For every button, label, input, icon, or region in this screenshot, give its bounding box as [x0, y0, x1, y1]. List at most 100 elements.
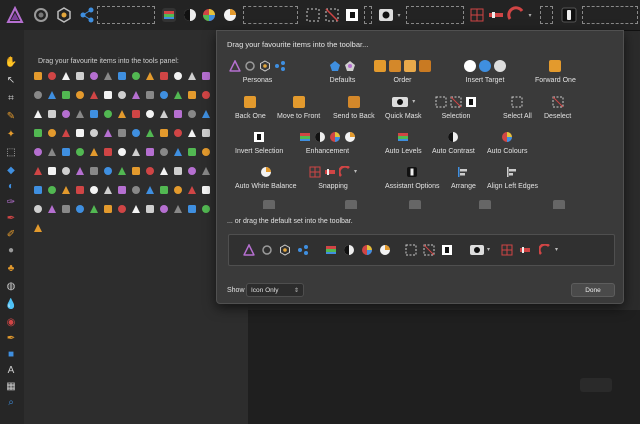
option-quick-mask[interactable]: ▾ Quick Mask [385, 95, 422, 120]
clone-tool-icon[interactable] [74, 165, 86, 177]
blur-tool-icon[interactable] [116, 165, 128, 177]
toolbar-drop-slot[interactable] [243, 6, 298, 24]
select-tool-icon[interactable] [88, 127, 100, 139]
erase-tool-icon[interactable] [116, 203, 128, 215]
clone-tool-icon[interactable] [116, 184, 128, 196]
dodge-tool-icon[interactable] [60, 70, 72, 82]
dodge-tool-icon[interactable] [32, 108, 44, 120]
select-tool-icon[interactable] [74, 70, 86, 82]
brush-tool-icon[interactable] [32, 222, 44, 234]
fill-tool-icon[interactable] [186, 203, 198, 215]
view-tool-icon[interactable]: ✋ [3, 56, 19, 68]
blur-tool-icon[interactable] [200, 203, 212, 215]
toolbar-drop-slot[interactable] [406, 6, 464, 24]
move-tool-icon[interactable]: ↖ [3, 74, 19, 86]
shape-tool-icon[interactable] [74, 108, 86, 120]
brush-tool-icon[interactable] [130, 165, 142, 177]
clone-tool-icon[interactable] [88, 70, 100, 82]
select-tool-icon[interactable] [200, 127, 212, 139]
selection-brush-icon[interactable]: ✎ [3, 110, 19, 122]
shape-tool-icon[interactable] [158, 146, 170, 158]
blur-tool-icon[interactable]: ◍ [3, 280, 19, 292]
option-move-to-front[interactable]: Move to Front [277, 95, 320, 120]
erase-tool-icon[interactable] [186, 184, 198, 196]
snapping-magnet-icon[interactable] [507, 5, 525, 25]
clone-tool-icon[interactable] [172, 108, 184, 120]
select-tool-icon[interactable] [116, 89, 128, 101]
brush-tool-icon[interactable] [172, 184, 184, 196]
brush-tool-icon[interactable] [144, 70, 156, 82]
option-snapping[interactable]: ▾ Snapping [309, 165, 357, 190]
shape-tool-icon[interactable] [144, 89, 156, 101]
erase-tool-icon[interactable] [60, 127, 72, 139]
dodge-tool-icon[interactable] [172, 70, 184, 82]
select-tool-icon[interactable] [158, 108, 170, 120]
toolbar-drop-slot[interactable] [97, 6, 155, 24]
fill-tool-icon[interactable] [74, 203, 86, 215]
option-invert-selection[interactable]: Invert Selection [235, 130, 283, 155]
option-back-one[interactable]: Back One [235, 95, 266, 120]
blur-tool-icon[interactable] [60, 89, 72, 101]
fill-tool-icon[interactable] [88, 108, 100, 120]
option-personas[interactable]: Personas [229, 59, 286, 84]
erase-tool-icon[interactable] [130, 108, 142, 120]
blur-tool-icon[interactable] [32, 127, 44, 139]
option-order[interactable]: Order [374, 59, 431, 84]
shape-tool-icon[interactable] [88, 165, 100, 177]
shape-tool-icon[interactable] [130, 184, 142, 196]
auto-levels-icon[interactable] [160, 5, 178, 25]
dodge-tool-icon[interactable] [130, 203, 142, 215]
shape-tool-icon[interactable] [102, 70, 114, 82]
option-assistant-options[interactable]: Assistant Options [385, 165, 439, 190]
dodge-tool-icon[interactable] [200, 184, 212, 196]
blur-tool-icon[interactable] [46, 184, 58, 196]
clone-tool-icon[interactable] [102, 127, 114, 139]
fill-tool-icon[interactable] [172, 146, 184, 158]
brush-tool-icon[interactable] [74, 89, 86, 101]
erase-tool-icon[interactable] [102, 146, 114, 158]
select-tool-icon[interactable] [46, 108, 58, 120]
dodge-tool-icon[interactable] [116, 146, 128, 158]
zoom-tool-icon[interactable]: ⌕ [3, 396, 19, 408]
fill-tool-icon[interactable] [102, 165, 114, 177]
toolbar-drop-slot[interactable] [540, 6, 553, 24]
dodge-tool-icon[interactable] [158, 165, 170, 177]
done-button[interactable]: Done [571, 283, 615, 297]
option-partial[interactable] [345, 199, 357, 209]
clone-tool-icon[interactable] [60, 108, 72, 120]
option-auto-white-balance[interactable]: Auto White Balance [235, 165, 296, 190]
clone-tool-icon[interactable] [32, 146, 44, 158]
brush-tool-icon[interactable] [200, 146, 212, 158]
dodge-tool-icon[interactable] [144, 108, 156, 120]
fill-tool-icon[interactable] [46, 89, 58, 101]
option-partial[interactable] [479, 199, 491, 209]
option-partial[interactable] [263, 199, 275, 209]
quick-mask-icon[interactable] [377, 5, 395, 25]
marquee-tool-icon[interactable]: ⬚ [3, 146, 19, 158]
erase-tool-icon[interactable] [74, 184, 86, 196]
pen-tool-icon[interactable]: ✒ [3, 332, 19, 344]
select-tool-icon[interactable] [186, 70, 198, 82]
erase-tool-icon[interactable] [158, 70, 170, 82]
erase-brush-icon[interactable]: ✐ [3, 228, 19, 240]
chevron-down-icon[interactable]: ▾ [526, 5, 534, 25]
fill-tool-icon[interactable] [32, 184, 44, 196]
option-defaults[interactable]: Defaults [329, 59, 356, 84]
brush-tool-icon[interactable] [102, 203, 114, 215]
brush-tool-icon[interactable] [60, 184, 72, 196]
mesh-warp-icon[interactable]: ▦ [3, 380, 19, 392]
shape-tool-icon[interactable] [186, 108, 198, 120]
shape-tool-icon[interactable]: ■ [3, 348, 19, 360]
option-auto-colours[interactable]: Auto Colours [487, 130, 527, 155]
invert-selection-icon[interactable] [343, 5, 361, 25]
chevron-down-icon[interactable]: ▾ [395, 5, 403, 25]
deselect-icon[interactable] [323, 5, 341, 25]
fill-tool-icon[interactable]: ◆ [3, 164, 19, 176]
text-tool-icon[interactable]: A [3, 364, 19, 376]
select-tool-icon[interactable] [32, 203, 44, 215]
fill-tool-icon[interactable] [60, 146, 72, 158]
assistant-options-icon[interactable] [560, 5, 578, 25]
blur-tool-icon[interactable] [130, 70, 142, 82]
option-partial[interactable] [409, 199, 421, 209]
persona-liquify-icon[interactable] [32, 5, 50, 25]
